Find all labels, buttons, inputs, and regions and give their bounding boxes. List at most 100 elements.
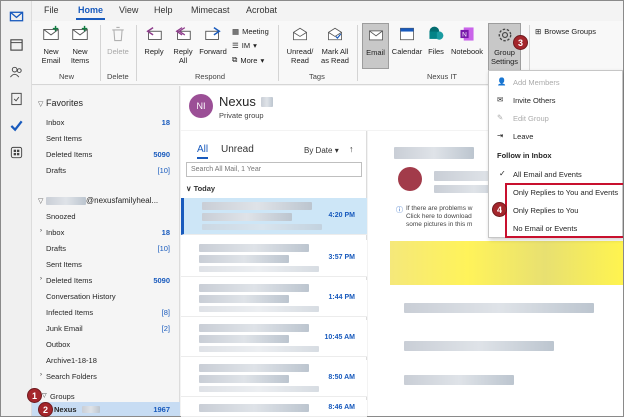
delete-button[interactable]: Delete [106,23,130,56]
avatar: NI [189,94,213,118]
tab-all[interactable]: All [197,144,209,159]
reply-icon [143,23,165,45]
chevron-down-icon: ▽ [38,198,44,205]
folder-item-deleted[interactable]: › Deleted Items 5090 [32,272,180,288]
unread-read-button[interactable]: Unread/ Read [284,23,316,65]
tab-home[interactable]: Home [75,5,106,20]
onenote-icon: N [456,23,478,45]
todo-check-icon[interactable] [7,116,26,135]
redacted-body [404,303,594,313]
tab-unread[interactable]: Unread [221,144,254,155]
redacted-body [404,341,554,351]
reply-all-icon [172,23,194,45]
redacted-subject [199,295,289,303]
add-person-icon: 👤 [497,77,507,86]
meeting-icon: ▦ [232,27,240,36]
browse-groups-button[interactable]: ⊞ Browse Groups [535,27,596,36]
group-calendar-button[interactable]: Calendar [392,23,422,56]
list-item[interactable]: 4:20 PM [181,198,367,235]
edit-icon: ✎ [497,113,504,122]
folder-item-drafts[interactable]: Drafts [10] [32,162,180,178]
folder-item-archive[interactable]: Archive1-18-18 [32,352,180,368]
highlight-bracket [505,183,623,238]
menu-item-add-members[interactable]: 👤 Add Members [489,73,622,91]
folder-item-junk[interactable]: Junk Email [2] [32,320,180,336]
folder-item-search-folders[interactable]: › Search Folders [32,368,180,384]
folder-item-deleted[interactable]: Deleted Items 5090 [32,146,180,162]
redacted-subject [394,147,474,159]
menu-item-edit-group[interactable]: ✎ Edit Group [489,109,622,127]
sort-direction-arrow-icon[interactable]: ↑ [349,144,354,154]
folder-pane: ▽ Favorites Inbox 18 Sent Items Deleted It… [32,86,180,416]
folder-item-snoozed[interactable]: Snoozed [32,208,180,224]
group-item-nexus[interactable]: Nexus 1967 [32,402,180,416]
redacted-body [404,375,514,385]
people-icon[interactable] [7,62,26,81]
sort-dropdown[interactable]: By Date ▾ [304,146,339,155]
step-badge-4: 4 [492,202,507,217]
favorites-header[interactable]: ▽ Favorites [38,98,83,108]
folder-item-conversation-history[interactable]: Conversation History [32,288,180,304]
folder-item-sent[interactable]: Sent Items [32,130,180,146]
folder-item-inbox[interactable]: Inbox 18 [32,114,180,130]
chevron-down-icon: ▽ [42,393,47,399]
group-files-button[interactable]: Files [425,23,447,56]
reply-button[interactable]: Reply [141,23,167,56]
tab-help[interactable]: Help [154,5,173,15]
menu-item-leave[interactable]: ⇥ Leave [489,127,622,145]
new-email-button[interactable]: New Email [38,23,64,65]
tab-acrobat[interactable]: Acrobat [246,5,277,15]
new-items-button[interactable]: New Items [67,23,93,65]
step-badge-1: 1 [27,388,42,403]
tab-mimecast[interactable]: Mimecast [191,5,230,15]
list-item[interactable]: 8:50 AM [181,360,367,397]
reply-all-button[interactable]: Reply All [170,23,196,65]
redacted-preview [199,266,319,272]
list-item[interactable]: 3:57 PM [181,240,367,277]
list-item[interactable]: 1:44 PM [181,280,367,317]
folder-item-drafts[interactable]: Drafts [10] [32,240,180,256]
im-button[interactable]: ☰ IM ▾ [232,41,257,50]
new-items-icon [69,23,91,45]
redacted-preview [199,386,319,392]
envelope-open-icon [289,23,311,45]
redacted-sender [199,364,309,372]
group-privacy: Private group [219,111,264,120]
group-notebook-button[interactable]: N Notebook [450,23,484,56]
chevron-down-icon: ▾ [334,146,339,155]
ribbon-tabs: File Home View Help Mimecast Acrobat [32,1,623,21]
forward-button[interactable]: Forward [198,23,228,56]
chevron-down-icon: ∨ [186,184,194,193]
list-item[interactable]: 10:45 AM [181,320,367,357]
redacted-sender [199,404,309,412]
tab-file[interactable]: File [44,5,59,15]
mark-all-read-button[interactable]: Mark All as Read [318,23,352,65]
mail-icon[interactable] [7,7,26,26]
group-email-button[interactable]: Email [362,23,389,69]
tasks-icon[interactable] [7,89,26,108]
account-header[interactable]: ▽ @nexusfamilyheal... [38,196,158,205]
menu-item-all-email[interactable]: ✓ All Email and Events [489,165,622,183]
chevron-right-icon: › [40,276,42,282]
tab-view[interactable]: View [119,5,138,15]
meeting-button[interactable]: ▦ Meeting [232,27,269,36]
redacted-preview [199,306,319,312]
chevron-right-icon: › [40,372,42,378]
chevron-down-icon: ▽ [38,101,44,108]
calendar-icon [396,23,418,45]
mark-all-read-icon [324,23,346,45]
ribbon-divider [100,25,101,81]
more-icon: ⧉ [232,55,238,64]
more-respond-button[interactable]: ⧉ More ▾ [232,55,264,65]
folder-item-sent[interactable]: Sent Items [32,256,180,272]
search-input[interactable]: Search All Mail, 1 Year [186,162,362,177]
calendar-icon[interactable] [7,35,26,54]
folder-item-infected[interactable]: Infected Items [8] [32,304,180,320]
info-line-2[interactable]: Click here to download [406,213,472,220]
chevron-down-icon: ▾ [260,55,265,65]
folder-item-inbox[interactable]: › Inbox 18 [32,224,180,240]
apps-grid-icon[interactable] [7,143,26,162]
list-item[interactable]: 8:46 AM [181,400,367,417]
folder-item-outbox[interactable]: Outbox [32,336,180,352]
menu-item-invite-others[interactable]: ✉ Invite Others [489,91,622,109]
